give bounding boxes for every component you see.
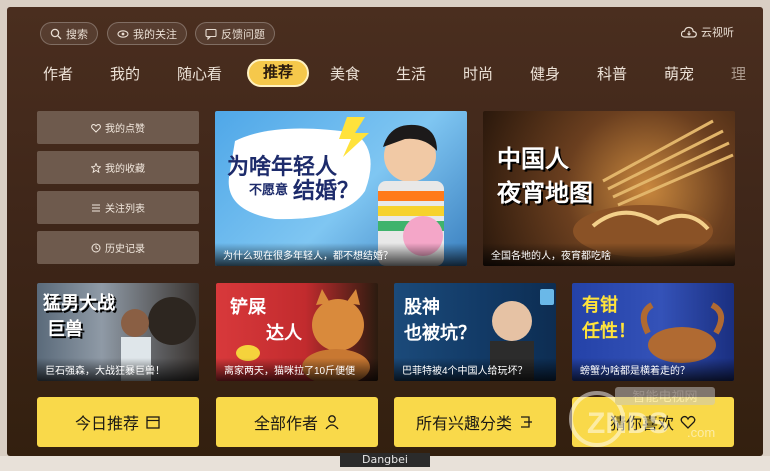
search-button[interactable]: 搜索 [40,22,98,45]
video-caption: 螃蟹为啥都是横着走的？ [572,358,734,381]
thumbnail-title-line1: 猛男大战 [43,293,115,313]
featured-video-night-snack[interactable]: 中国人 夜宵地图 全国各地的人，夜宵都吃啥 [483,111,735,266]
eye-icon [117,29,129,38]
featured-video-marriage[interactable]: 为啥年轻人 不愿意 结婚？ 为什么现在很多年轻人，都不想结婚？ [215,111,467,266]
watermark-text: 智能电视网 [632,389,697,404]
video-caption: 巨石强森，大战狂暴巨兽！ [37,358,199,381]
thumbnail-title-line2: 也被坑？ [404,323,476,343]
tab-life[interactable]: 生活 [396,63,426,84]
sidebar-item-following[interactable]: 关注列表 [37,191,199,224]
tab-science[interactable]: 科普 [597,63,627,84]
list-icon [92,204,100,211]
sidebar-item-likes[interactable]: 我的点赞 [37,111,199,144]
video-caption: 离家两天，猫咪拉了10斤便便 [216,358,378,381]
feedback-label: 反馈问题 [221,28,265,41]
today-recommend-button[interactable]: 今日推荐 [37,397,199,447]
watermark-domain: .com [687,425,715,440]
tab-fitness[interactable]: 健身 [530,63,560,84]
tab-partial[interactable]: 理 [731,63,746,84]
sidebar-item-label: 我的收藏 [105,164,145,175]
tab-fashion[interactable]: 时尚 [463,63,493,84]
thumbnail-title-line1: 铲屎 [230,297,266,317]
feedback-button[interactable]: 反馈问题 [195,22,275,45]
tab-author[interactable]: 作者 [43,63,73,84]
video-caption: 巴菲特被4个中国人给玩坏？ [394,358,556,381]
button-label: 所有兴趣分类 [415,416,512,433]
button-label: 今日推荐 [74,416,139,433]
video-card-rampage[interactable]: 猛男大战 巨兽 巨石强森，大战狂暴巨兽！ [37,283,199,381]
watermark-sub: ZNDS [587,407,669,440]
thumbnail-title-line1: 有钳 [582,295,618,315]
person-icon [325,415,339,430]
message-icon [205,28,217,40]
heart-icon [91,123,101,133]
thumbnail-title-line2: 任性！ [582,321,636,341]
brand-label: Dangbei [340,453,430,467]
thumbnail-title-line2: 巨兽 [47,319,83,339]
cloud-icon [681,26,697,38]
category-icon [521,416,532,428]
tab-recommend[interactable]: 推荐 [247,59,310,87]
watermark-graphic: 智能电视网 ZNDS .com [569,387,715,447]
tab-pets[interactable]: 萌宠 [664,63,694,84]
button-label: 全部作者 [253,416,318,433]
thumbnail-title-line1: 股神 [404,297,440,317]
sidebar-item-history[interactable]: 历史记录 [37,231,199,264]
sidebar-item-label: 历史记录 [105,244,145,255]
video-caption: 为什么现在很多年轻人，都不想结婚？ [215,243,467,266]
thumbnail-title-line2b: 结婚？ [293,178,360,203]
category-nav: 作者 我的 随心看 推荐 美食 生活 时尚 健身 科普 萌宠 理 [7,59,763,89]
video-card-cat[interactable]: 铲屎 达人 离家两天，猫咪拉了10斤便便 [216,283,378,381]
my-follow-label: 我的关注 [133,28,177,41]
calendar-icon [146,416,160,429]
tab-food[interactable]: 美食 [330,63,360,84]
video-caption: 全国各地的人，夜宵都吃啥 [483,243,735,266]
sidebar-item-label: 关注列表 [105,204,145,215]
thumbnail-title-line2: 夜宵地图 [497,180,593,207]
clock-icon [91,243,101,252]
search-icon [50,28,62,39]
thumbnail-title-line1: 中国人 [497,146,569,173]
sidebar-item-label: 我的点赞 [105,124,145,135]
thumbnail-title-line2: 达人 [266,323,302,343]
cloud-label: 云视听 [701,27,734,39]
video-card-buffett[interactable]: 股神 也被坑？ 巴菲特被4个中国人给玩坏？ [394,283,556,381]
search-label: 搜索 [66,28,88,41]
tv-screen: 搜索 我的关注 反馈问题 云视听 作者 我的 随心看 推荐 美食 生活 时尚 健… [7,7,763,456]
watermark-logo: 智能电视网 ZNDS .com [567,387,742,447]
cloud-tv-logo: 云视听 [681,24,734,40]
all-categories-button[interactable]: 所有兴趣分类 [394,397,556,447]
tab-casual[interactable]: 随心看 [177,63,222,84]
all-authors-button[interactable]: 全部作者 [216,397,378,447]
tab-mine[interactable]: 我的 [110,63,140,84]
my-follow-button[interactable]: 我的关注 [107,22,187,45]
thumbnail-title-line2a: 不愿意 [249,182,289,197]
sidebar-item-favorites[interactable]: 我的收藏 [37,151,199,184]
video-card-crab[interactable]: 有钳 任性！ 螃蟹为啥都是横着走的？ [572,283,734,381]
star-icon [91,162,101,173]
